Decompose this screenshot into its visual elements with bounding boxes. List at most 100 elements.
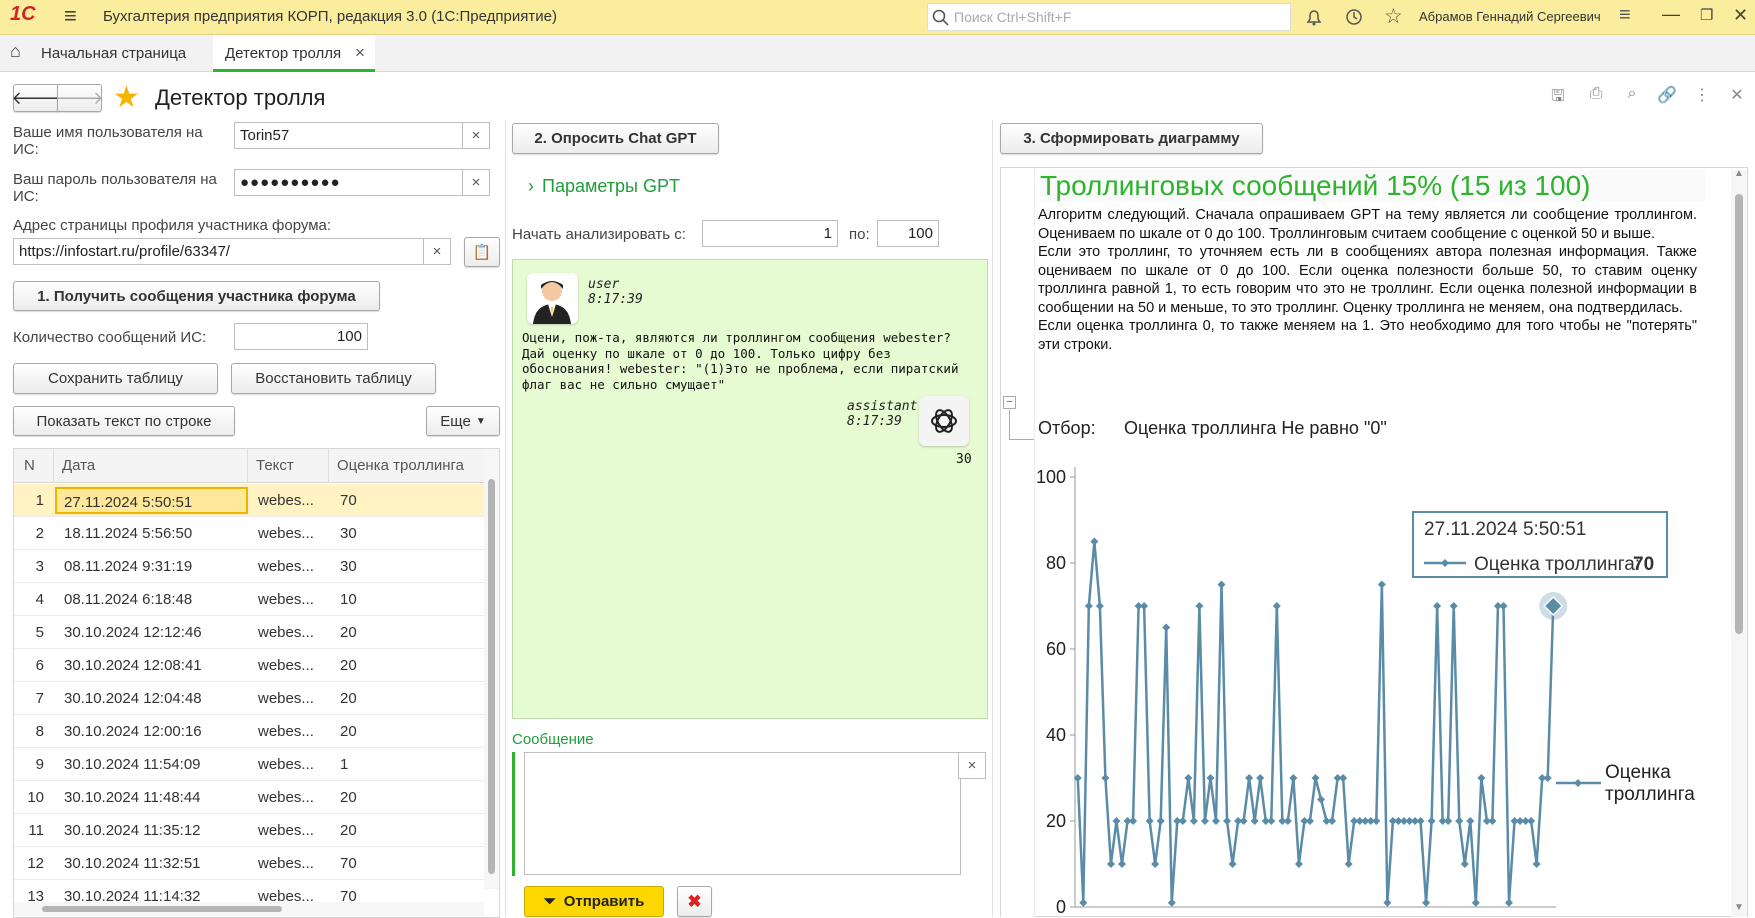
data-point: [1455, 817, 1464, 825]
send-button[interactable]: ⏷ Отправить: [524, 886, 664, 917]
more-vertical-icon[interactable]: ⋮: [1692, 85, 1712, 105]
username-field[interactable]: Torin57: [234, 122, 465, 149]
close-window-icon[interactable]: ✕: [1733, 5, 1748, 26]
star-outline-icon[interactable]: ☆: [1384, 4, 1403, 29]
profile-url-field[interactable]: https://infostart.ru/profile/63347/: [13, 238, 426, 265]
tab-bar: ⌂ Начальная страница Детектор тролля ×: [0, 35, 1755, 72]
tab-troll-detector[interactable]: Детектор тролля ×: [213, 35, 375, 72]
row-score: 30: [340, 525, 357, 542]
table-row[interactable]: 9 30.10.2024 11:54:09 webes... 1: [14, 748, 484, 781]
column-header-score[interactable]: Оценка троллинга: [329, 449, 484, 483]
table-row[interactable]: 2 18.11.2024 5:56:50 webes... 30: [14, 517, 484, 550]
scroll-up-arrow-icon[interactable]: ▲: [1734, 168, 1744, 179]
gpt-params-group[interactable]: › Параметры GPT: [528, 176, 680, 197]
profile-clear-icon[interactable]: ×: [423, 238, 451, 265]
table-row[interactable]: 12 30.10.2024 11:32:51 webes... 70: [14, 847, 484, 880]
row-text: webes...: [258, 822, 314, 839]
table-row[interactable]: 4 08.11.2024 6:18:48 webes... 10: [14, 583, 484, 616]
column-header-date[interactable]: Дата: [54, 449, 248, 483]
start-field[interactable]: 1: [702, 220, 838, 247]
chat-user-time: 8:17:39: [588, 292, 643, 307]
ask-gpt-button[interactable]: 2. Опросить Chat GPT: [512, 123, 719, 154]
bell-icon[interactable]: [1304, 7, 1324, 27]
settings-lines-icon[interactable]: ≡: [1619, 4, 1631, 27]
to-field[interactable]: 100: [877, 220, 939, 247]
search-input[interactable]: Поиск Ctrl+Shift+F: [927, 3, 1291, 31]
table-vertical-scrollbar[interactable]: [484, 449, 499, 889]
delete-button[interactable]: ✖: [677, 886, 712, 917]
link-icon[interactable]: 🔗: [1657, 85, 1677, 105]
row-text: webes...: [258, 756, 314, 773]
table-row[interactable]: 8 30.10.2024 12:00:16 webes... 20: [14, 715, 484, 748]
collapse-group-icon[interactable]: −: [1003, 396, 1016, 409]
save-table-button[interactable]: Сохранить таблицу: [13, 363, 218, 394]
table-row[interactable]: 10 30.10.2024 11:48:44 webes... 20: [14, 781, 484, 814]
data-point: [1272, 602, 1281, 610]
row-score: 20: [340, 690, 357, 707]
table-row[interactable]: 1 27.11.2024 5:50:51 webes... 70: [14, 484, 484, 517]
hamburger-menu-icon[interactable]: ≡: [64, 3, 77, 29]
chat-user-name: user: [588, 277, 620, 292]
row-text: webes...: [258, 690, 314, 707]
save-icon[interactable]: 🖫: [1548, 85, 1568, 105]
chat-assistant-time: 8:17:39: [847, 414, 902, 429]
y-tick-label: 20: [1046, 811, 1066, 831]
preview-icon[interactable]: ⌕: [1622, 85, 1642, 105]
legend-marker: [1574, 779, 1582, 787]
home-icon[interactable]: ⌂: [10, 41, 21, 62]
row-text: webes...: [258, 624, 314, 641]
table-row[interactable]: 3 08.11.2024 9:31:19 webes... 30: [14, 550, 484, 583]
table-horizontal-scrollbar[interactable]: [14, 902, 484, 916]
row-date: 30.10.2024 11:32:51: [64, 855, 201, 872]
print-icon[interactable]: ⎙: [1586, 85, 1606, 105]
make-chart-button[interactable]: 3. Сформировать диаграмму: [1000, 123, 1263, 154]
send-filter-icon: ⏷: [543, 893, 556, 910]
report-scroll-thumb[interactable]: [1735, 194, 1743, 634]
row-number: 7: [35, 690, 44, 707]
data-point: [1543, 774, 1552, 782]
tab-home[interactable]: Начальная страница: [41, 45, 186, 62]
table-row[interactable]: 11 30.10.2024 11:35:12 webes... 20: [14, 814, 484, 847]
row-date: 30.10.2024 12:00:16: [64, 723, 202, 740]
report-heading: Троллинговых сообщений 15% (15 из 100): [1040, 170, 1705, 202]
table-hscroll-thumb[interactable]: [42, 906, 282, 912]
report-scrollbar[interactable]: ▲ ▼: [1731, 168, 1747, 917]
table-scroll-thumb[interactable]: [488, 479, 495, 874]
close-form-icon[interactable]: ✕: [1727, 85, 1747, 105]
report-description: Алгоритм следующий. Сначала опрашиваем G…: [1038, 207, 1697, 353]
close-tab-icon[interactable]: ×: [355, 43, 365, 63]
panel-divider-2[interactable]: [992, 120, 993, 917]
forward-button[interactable]: 🡒: [55, 84, 104, 112]
show-text-button[interactable]: Показать текст по строке: [13, 406, 235, 436]
data-point: [1256, 774, 1265, 782]
restore-icon[interactable]: ❐: [1700, 6, 1713, 24]
password-clear-icon[interactable]: ×: [462, 169, 490, 196]
column-header-text[interactable]: Текст: [248, 449, 329, 483]
message-textarea[interactable]: [524, 752, 961, 875]
data-point: [1112, 817, 1121, 825]
more-button[interactable]: Еще ▼: [426, 406, 500, 436]
table-row[interactable]: 7 30.10.2024 12:04:48 webes... 20: [14, 682, 484, 715]
column-header-n[interactable]: N: [14, 449, 54, 483]
trolling-line-chart[interactable]: 0 20 40 60 80 100 Оценка троллинга 27.11.2024 5:…: [1036, 455, 1736, 917]
restore-table-button[interactable]: Восстановить таблицу: [231, 363, 436, 394]
series-line: [1076, 541, 1555, 903]
back-button[interactable]: 🡐: [11, 84, 60, 112]
get-messages-button[interactable]: 1. Получить сообщения участника форума: [13, 281, 380, 311]
to-label: по:: [849, 226, 870, 243]
message-clear-icon[interactable]: ×: [958, 752, 986, 779]
user-avatar-icon: [533, 281, 571, 324]
history-icon[interactable]: [1344, 7, 1364, 27]
minimize-icon[interactable]: —: [1662, 4, 1680, 25]
table-row[interactable]: 6 30.10.2024 12:08:41 webes... 20: [14, 649, 484, 682]
count-field[interactable]: 100: [234, 323, 368, 350]
panel-divider-1[interactable]: [505, 120, 506, 917]
paste-button[interactable]: 📋: [464, 237, 500, 267]
password-field[interactable]: ●●●●●●●●●●: [234, 169, 465, 196]
data-point: [1339, 774, 1348, 782]
username-clear-icon[interactable]: ×: [462, 122, 490, 149]
table-row[interactable]: 5 30.10.2024 12:12:46 webes... 20: [14, 616, 484, 649]
scroll-down-arrow-icon[interactable]: ▼: [1734, 902, 1744, 913]
user-name[interactable]: Абрамов Геннадий Сергеевич: [1419, 9, 1601, 24]
favorite-star-icon[interactable]: ★: [113, 80, 140, 115]
